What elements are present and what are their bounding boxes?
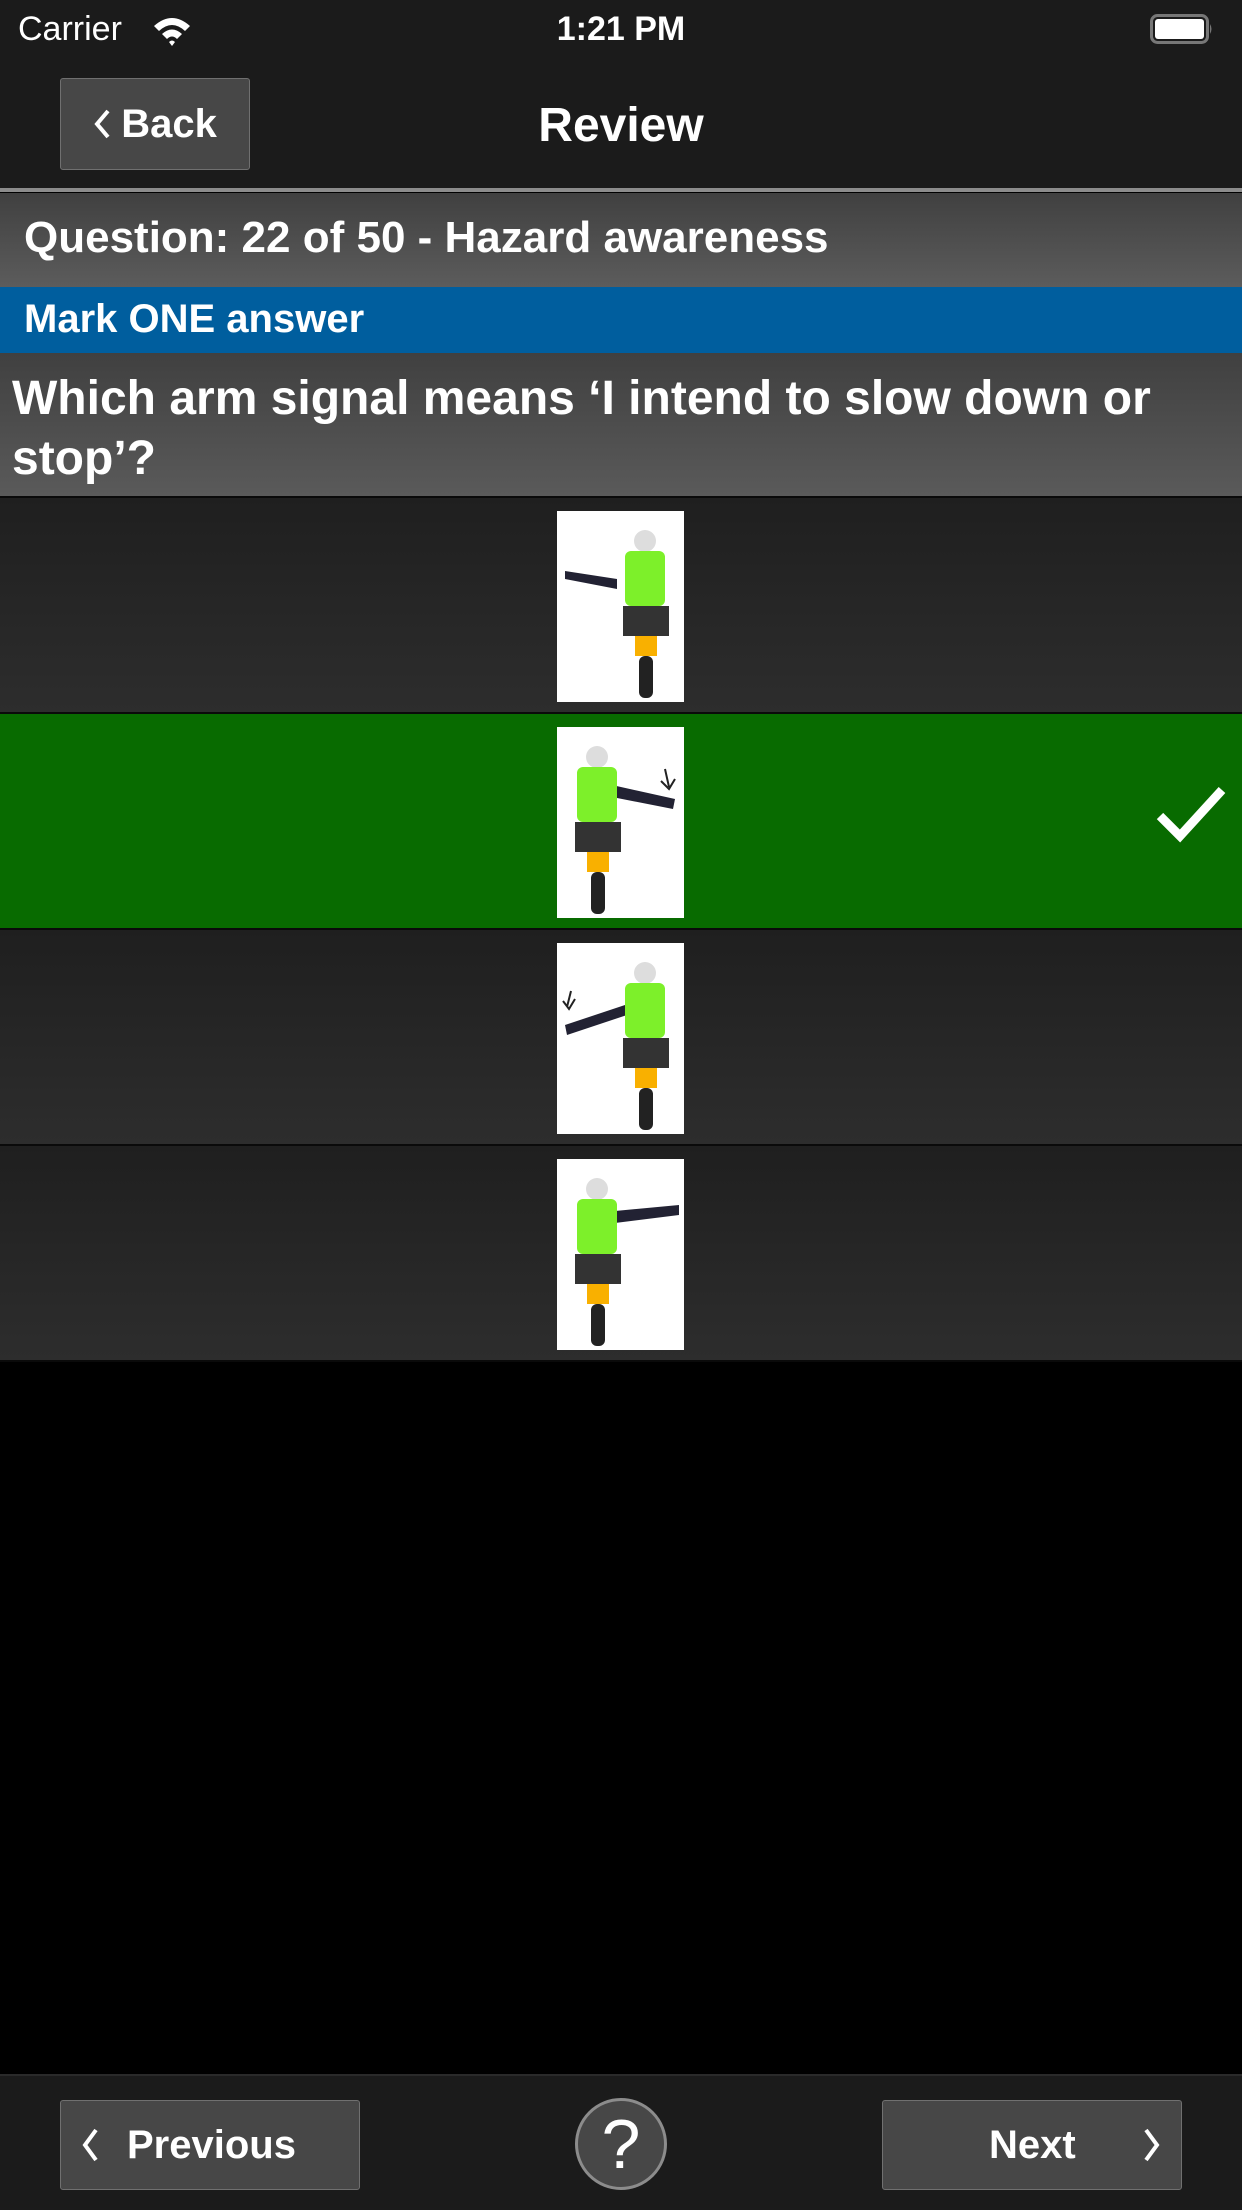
- help-button[interactable]: ?: [575, 2098, 667, 2190]
- answer-option-4[interactable]: [0, 1146, 1242, 1362]
- checkmark-icon: [1156, 786, 1226, 843]
- instruction-band: Mark ONE answer: [0, 287, 1242, 353]
- answer-option-1[interactable]: [0, 498, 1242, 714]
- previous-button[interactable]: Previous: [60, 2100, 360, 2190]
- battery-icon: [1150, 14, 1212, 44]
- answer-option-3[interactable]: [0, 930, 1242, 1146]
- previous-label: Previous: [127, 2123, 296, 2167]
- answer-image-arm-signal: [557, 943, 684, 1134]
- clock: 1:21 PM: [556, 10, 686, 48]
- answer-image-arm-signal: [557, 1159, 684, 1350]
- chevron-right-icon: [1144, 2128, 1160, 2162]
- question-header-text: Question: 22 of 50 - Hazard awareness: [24, 213, 829, 262]
- next-label: Next: [989, 2123, 1076, 2167]
- instruction-text: Mark ONE answer: [24, 297, 365, 341]
- question-header: Question: 22 of 50 - Hazard awareness: [0, 193, 1242, 287]
- answer-image-arm-signal: [557, 727, 684, 918]
- page-title: Review: [538, 99, 704, 152]
- question-text: Which arm signal means ‘I intend to slow…: [12, 372, 1151, 485]
- status-bar: Carrier 1:21 PM: [0, 0, 1242, 62]
- nav-bar: Back Review: [0, 62, 1242, 192]
- question-text-panel: Which arm signal means ‘I intend to slow…: [0, 353, 1242, 498]
- answer-option-2[interactable]: [0, 714, 1242, 930]
- bottom-toolbar: Previous ? Next: [0, 2074, 1242, 2210]
- chevron-left-icon: [82, 2128, 98, 2162]
- answer-image-arm-signal: [557, 511, 684, 702]
- answer-list: [0, 498, 1242, 1362]
- next-button[interactable]: Next: [882, 2100, 1182, 2190]
